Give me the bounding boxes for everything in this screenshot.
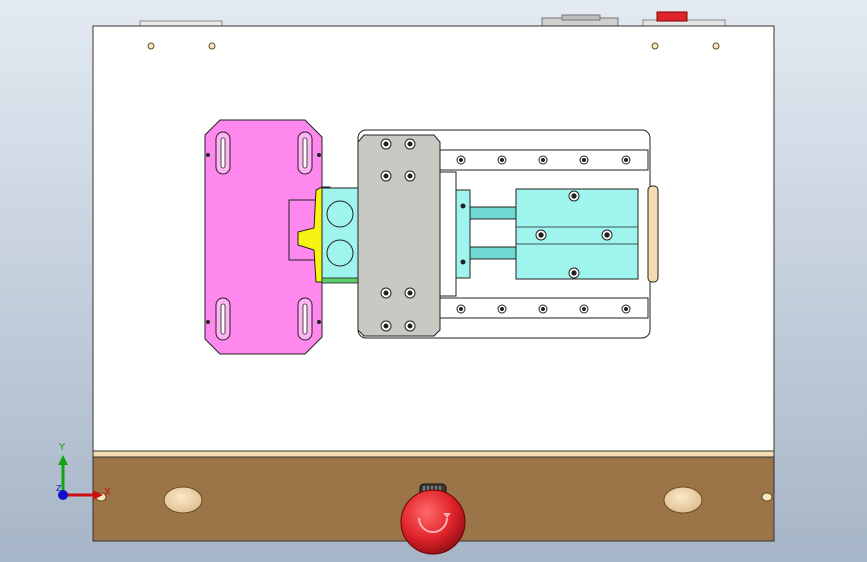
pneumatic-cylinder[interactable]	[515, 188, 639, 280]
cad-viewport[interactable]	[0, 0, 867, 562]
red-indicator	[656, 11, 688, 22]
axis-z-label: Z	[56, 484, 62, 493]
axis-y-label: Y	[59, 442, 66, 453]
cylinder-mount-plate[interactable]	[455, 189, 471, 279]
axis-x-label: X	[104, 487, 111, 498]
grey-slide-carriage[interactable]	[357, 134, 441, 337]
